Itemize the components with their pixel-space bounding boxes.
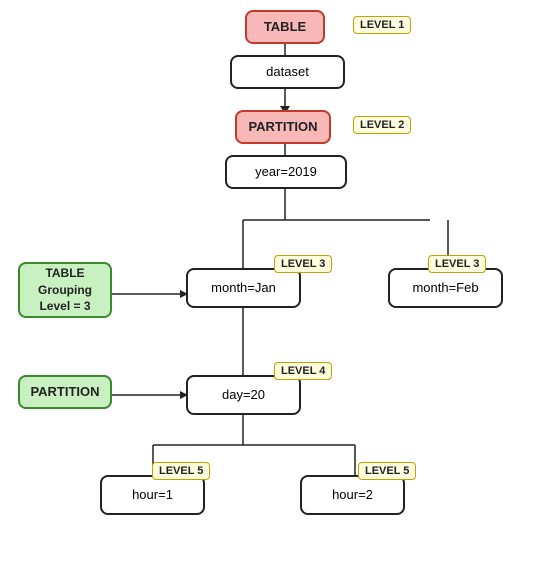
dataset-label: dataset (266, 64, 309, 81)
table-node: TABLE (245, 10, 325, 44)
table-grouping-label: TABLEGroupingLevel = 3 (38, 265, 92, 315)
year-node: year=2019 (225, 155, 347, 189)
year-label: year=2019 (255, 164, 317, 181)
month-feb-label: month=Feb (412, 280, 478, 297)
month-jan-node: month=Jan (186, 268, 301, 308)
hour2-label: hour=2 (332, 487, 373, 504)
day20-node: day=20 (186, 375, 301, 415)
table-grouping-node: TABLEGroupingLevel = 3 (18, 262, 112, 318)
partition-green-node: PARTITION (18, 375, 112, 409)
month-jan-label: month=Jan (211, 280, 276, 297)
diagram: TABLE LEVEL 1 dataset PARTITION LEVEL 2 … (0, 0, 541, 576)
level1-badge: LEVEL 1 (353, 16, 411, 34)
hour2-node: hour=2 (300, 475, 405, 515)
table-label: TABLE (264, 19, 306, 36)
hour1-node: hour=1 (100, 475, 205, 515)
level2-badge: LEVEL 2 (353, 116, 411, 134)
level5-hour1-badge: LEVEL 5 (152, 462, 210, 480)
day20-label: day=20 (222, 387, 265, 404)
partition-node: PARTITION (235, 110, 331, 144)
level5-hour2-badge: LEVEL 5 (358, 462, 416, 480)
level4-badge: LEVEL 4 (274, 362, 332, 380)
month-feb-node: month=Feb (388, 268, 503, 308)
level3-jan-badge: LEVEL 3 (274, 255, 332, 273)
level3-feb-badge: LEVEL 3 (428, 255, 486, 273)
hour1-label: hour=1 (132, 487, 173, 504)
partition-green-label: PARTITION (30, 384, 99, 401)
dataset-node: dataset (230, 55, 345, 89)
partition-label: PARTITION (248, 119, 317, 136)
